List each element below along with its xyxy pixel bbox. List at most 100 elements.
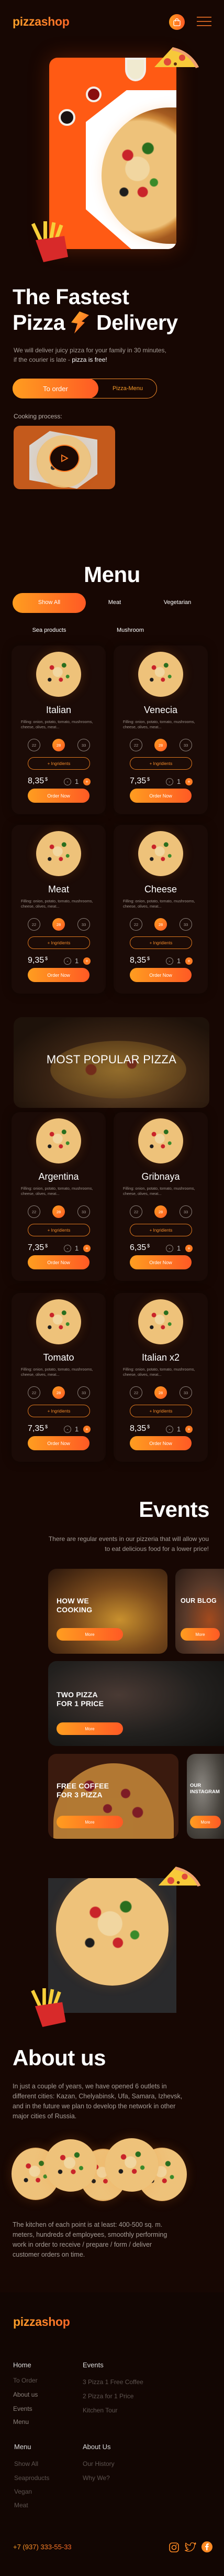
size-option[interactable]: 28 [52,918,65,931]
cart-button[interactable] [169,14,185,30]
footer-link[interactable]: Menu [13,2418,29,2426]
increase-quantity-button[interactable]: + [83,778,91,785]
ingredients-button[interactable]: + Ingridients [130,757,192,770]
size-option[interactable]: 33 [77,1386,90,1399]
footer-link[interactable]: 3 Pizza 1 Free Coffee [83,2378,143,2386]
size-option[interactable]: 22 [130,739,142,751]
size-option[interactable]: 28 [154,739,167,751]
footer-column-title[interactable]: Menu [14,2443,31,2451]
instagram-icon[interactable] [169,2542,179,2552]
footer-link[interactable]: 2 Pizza for 1 Price [83,2392,133,2400]
size-option[interactable]: 33 [77,1205,90,1218]
size-option[interactable]: 28 [52,739,65,751]
size-option[interactable]: 28 [154,1205,167,1218]
increase-quantity-button[interactable]: + [185,778,193,785]
phone-number[interactable]: +7 (937) 333-55-33 [13,2543,72,2551]
filter-mushroom[interactable]: Mushroom [117,627,144,633]
size-option[interactable]: 22 [130,1205,142,1218]
decrease-quantity-button[interactable]: - [64,957,71,965]
size-option[interactable]: 22 [130,1386,142,1399]
footer-link[interactable]: Vegan [14,2488,32,2495]
logo[interactable]: pizzashop [13,15,70,29]
decrease-quantity-button[interactable]: - [166,1245,173,1252]
event-card-free-coffee[interactable]: FREE COFFEE FOR 3 PIZZA More [48,1754,178,1839]
footer-link[interactable]: Why We? [83,2474,110,2482]
facebook-icon[interactable] [201,2541,212,2552]
footer-column-title[interactable]: Events [83,2361,104,2369]
decrease-quantity-button[interactable]: - [64,1426,71,1433]
size-option[interactable]: 28 [52,1386,65,1399]
increase-quantity-button[interactable]: + [83,1426,91,1433]
footer-link[interactable]: Kitchen Tour [83,2407,118,2414]
increase-quantity-button[interactable]: + [83,957,91,965]
size-option[interactable]: 28 [154,1386,167,1399]
ingredients-button[interactable]: + Ingridients [130,1405,192,1417]
order-now-button[interactable]: Order Now [130,1436,192,1450]
filter-sea-products[interactable]: Sea products [32,627,66,633]
increase-quantity-button[interactable]: + [185,1245,193,1252]
footer-link[interactable]: To Order [13,2377,38,2384]
event-card-our-instagram[interactable]: OUR INSTAGRAM More [187,1754,224,1839]
footer-column-title[interactable]: About Us [83,2443,110,2451]
size-option[interactable]: 22 [130,918,142,931]
footer-link[interactable]: About us [13,2391,38,2398]
twitter-icon[interactable] [185,2542,196,2552]
event-more-button[interactable]: More [57,1722,123,1735]
ingredients-button[interactable]: + Ingridients [28,1405,90,1417]
cooking-video[interactable] [14,426,115,489]
footer-link[interactable]: Our History [83,2460,115,2467]
footer-link[interactable]: Events [13,2405,32,2412]
ingredients-button[interactable]: + Ingridients [28,1224,90,1236]
ingredients-button[interactable]: + Ingridients [130,936,192,949]
event-card-how-we-cooking[interactable]: HOW WE COOKING More [48,1569,167,1654]
filter-meat[interactable]: Meat [108,599,121,606]
filter-vegetarian[interactable]: Vegetarian [164,599,192,606]
size-option[interactable]: 33 [180,1205,192,1218]
order-now-button[interactable]: Order Now [28,1255,89,1269]
hamburger-menu-button[interactable] [197,16,211,27]
increase-quantity-button[interactable]: + [185,1426,193,1433]
footer-link[interactable]: Show All [14,2460,38,2467]
order-now-button[interactable]: Order Now [130,789,192,803]
decrease-quantity-button[interactable]: - [64,1245,71,1252]
size-option[interactable]: 22 [28,918,40,931]
event-more-button[interactable]: More [190,1816,221,1828]
size-option[interactable]: 28 [154,918,167,931]
order-now-button[interactable]: Order Now [28,789,89,803]
decrease-quantity-button[interactable]: - [64,778,71,785]
ingredients-button[interactable]: + Ingridients [28,757,90,770]
footer-column-title[interactable]: Home [13,2361,31,2369]
ingredients-button[interactable]: + Ingridients [28,936,90,949]
size-option[interactable]: 22 [28,739,40,751]
decrease-quantity-button[interactable]: - [166,957,173,965]
size-option[interactable]: 33 [180,1386,192,1399]
size-option[interactable]: 33 [77,739,90,751]
play-button[interactable] [49,445,80,472]
size-option[interactable]: 28 [52,1205,65,1218]
filter-show-all-label[interactable]: Show All [38,599,60,606]
order-now-button[interactable]: Order Now [28,968,89,982]
size-option[interactable]: 22 [28,1205,40,1218]
order-now-button[interactable]: Order Now [130,1255,192,1269]
event-card-two-pizza[interactable]: TWO PIZZA FOR 1 PRICE More [48,1661,224,1746]
size-option[interactable]: 33 [77,918,90,931]
size-option[interactable]: 33 [180,739,192,751]
order-now-button[interactable]: Order Now [28,1436,89,1450]
increase-quantity-button[interactable]: + [83,1245,91,1252]
footer-logo[interactable]: pizzashop [13,2315,70,2329]
event-more-button[interactable]: More [181,1628,220,1641]
decrease-quantity-button[interactable]: - [166,778,173,785]
footer-link[interactable]: Meat [14,2502,28,2509]
order-now-button[interactable]: Order Now [130,968,192,982]
size-option[interactable]: 22 [28,1386,40,1399]
ingredients-button[interactable]: + Ingridients [130,1224,192,1236]
event-more-button[interactable]: More [57,1816,123,1828]
decrease-quantity-button[interactable]: - [166,1426,173,1433]
size-option[interactable]: 33 [180,918,192,931]
footer-link[interactable]: Seaproducts [14,2474,49,2482]
event-more-button[interactable]: More [57,1628,123,1641]
event-card-our-blog[interactable]: OUR BLOG More [175,1569,224,1654]
increase-quantity-button[interactable]: + [185,957,193,965]
to-order-button[interactable]: To order [13,379,98,398]
pizza-menu-button[interactable]: Pizza-Menu [98,379,157,398]
